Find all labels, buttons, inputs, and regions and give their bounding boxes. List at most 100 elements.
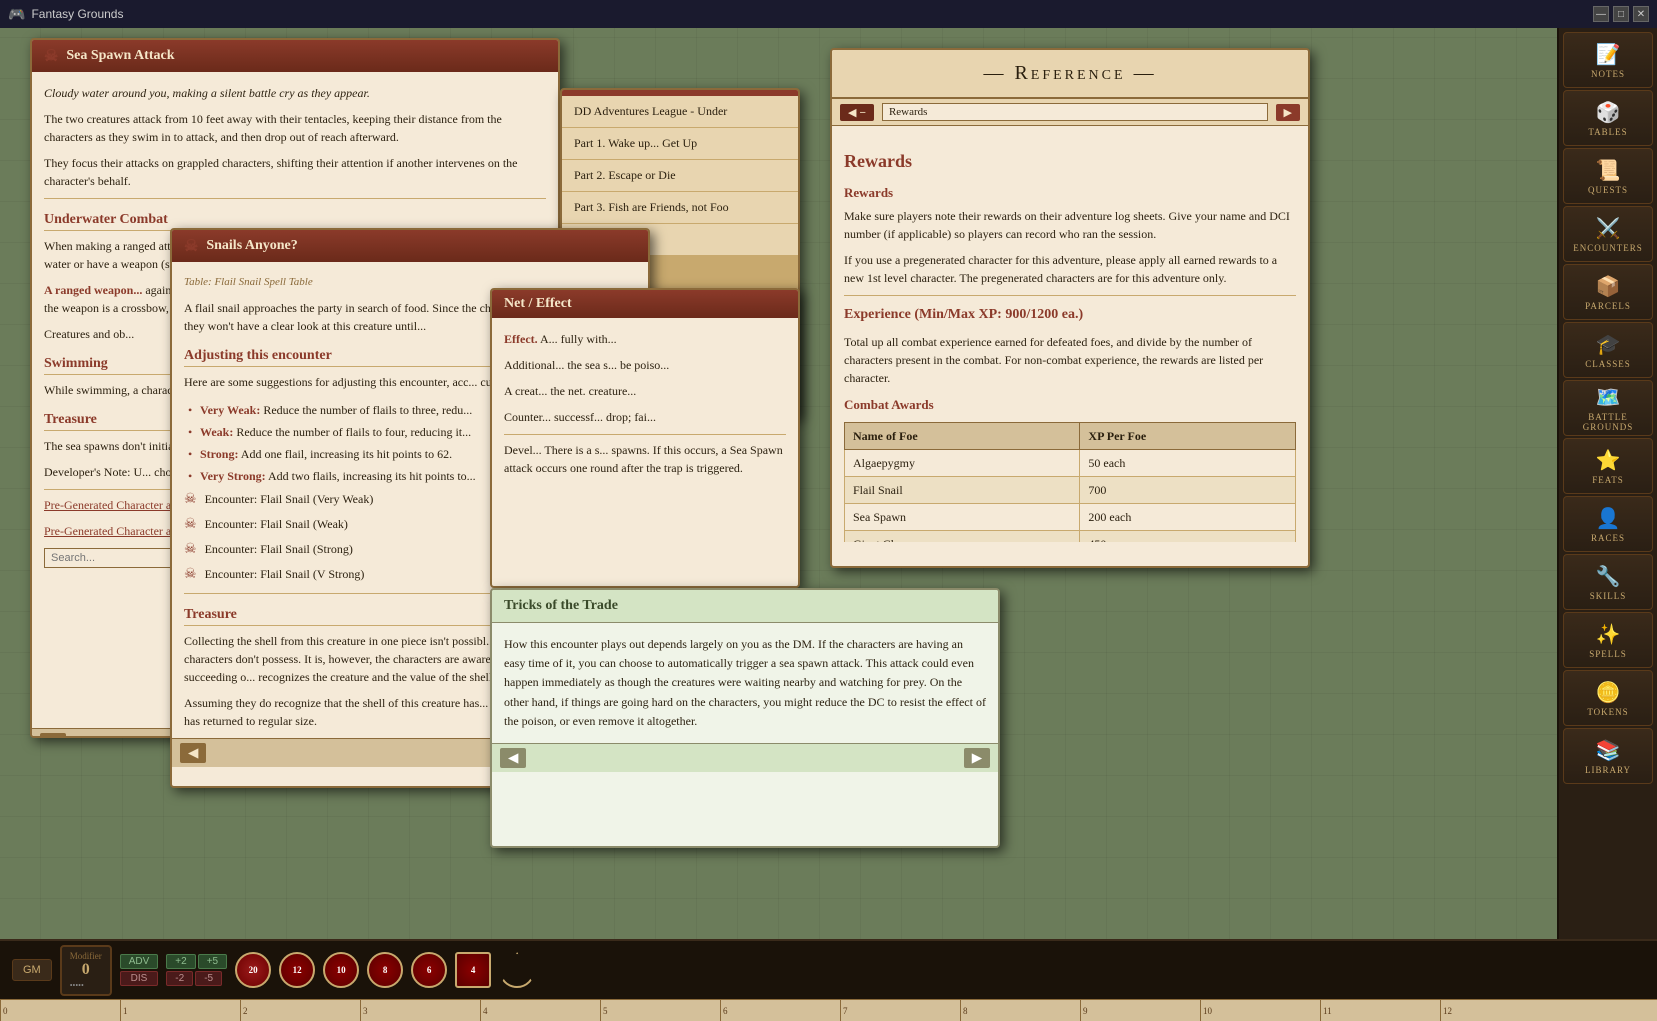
plus5-btn[interactable]: +5 xyxy=(198,954,227,969)
minus5-btn[interactable]: -5 xyxy=(195,971,222,986)
nav-item-2[interactable]: Part 1. Wake up... Get Up xyxy=(562,128,798,160)
tricks-prev-btn[interactable]: ◀ xyxy=(500,748,526,768)
prev-btn[interactable]: ◀ xyxy=(40,733,66,738)
parcels-label: Parcels xyxy=(1585,301,1631,311)
dice-triangle[interactable] xyxy=(499,952,535,988)
panel-snail-title: Snails Anyone? xyxy=(206,238,297,254)
battlegrounds-icon: 🗺️ xyxy=(1596,385,1621,410)
library-icon: 📚 xyxy=(1596,738,1621,763)
tricks-content[interactable]: How this encounter plays out depends lar… xyxy=(492,623,998,743)
minimize-btn[interactable]: — xyxy=(1593,6,1609,22)
skull-icon: ☠ xyxy=(44,46,58,66)
link-pregen-2[interactable]: Pre-Generated Character a... xyxy=(44,524,180,538)
sidebar-btn-classes[interactable]: 🎓 Classes xyxy=(1563,322,1653,378)
modifier-value: 0 xyxy=(70,961,102,979)
sidebar-btn-quests[interactable]: 📜 Quests xyxy=(1563,148,1653,204)
encounter-label-2: Encounter: Flail Snail (Weak) xyxy=(205,515,348,533)
table-row: Flail Snail 700 xyxy=(845,477,1296,504)
dice-d12-label: 12 xyxy=(293,965,302,975)
combat-heading: Combat Awards xyxy=(844,395,1296,415)
snail-skull-icon: ☠ xyxy=(184,236,198,256)
sidebar-btn-races[interactable]: 👤 Races xyxy=(1563,496,1653,552)
net-effect: Effect. A... fully with... xyxy=(504,330,786,348)
ruler-5: 5 xyxy=(600,1000,720,1021)
xp-flail: 700 xyxy=(1080,477,1296,504)
dice-d10[interactable]: 10 xyxy=(323,952,359,988)
sidebar-btn-tables[interactable]: 🎲 Tables xyxy=(1563,90,1653,146)
ruler-4: 4 xyxy=(480,1000,600,1021)
tables-icon: 🎲 xyxy=(1596,100,1621,125)
net-additional: Additional... the sea s... be poiso... xyxy=(504,356,786,374)
reference-toolbar: ◀ − Rewards ▶ xyxy=(832,99,1308,126)
classes-icon: 🎓 xyxy=(1596,332,1621,357)
notes-icon: 📝 xyxy=(1596,42,1621,67)
tricks-next-btn[interactable]: ▶ xyxy=(964,748,990,768)
plus2-btn[interactable]: +2 xyxy=(166,954,195,969)
quests-label: Quests xyxy=(1588,185,1628,195)
encounter-icon-3: ☠ xyxy=(184,539,197,560)
dice-d20[interactable]: 20 xyxy=(235,952,271,988)
ref-breadcrumb: Rewards xyxy=(882,103,1268,121)
close-btn[interactable]: ✕ xyxy=(1633,6,1649,22)
para-intro: Cloudy water around you, making a silent… xyxy=(44,84,546,102)
library-label: Library xyxy=(1585,765,1631,775)
ref-forward-btn[interactable]: ▶ xyxy=(1276,104,1300,121)
snail-prev-btn[interactable]: ◀ xyxy=(180,743,206,763)
window-controls[interactable]: — □ ✕ xyxy=(1593,6,1649,22)
sidebar-btn-encounters[interactable]: ⚔️ Encounters xyxy=(1563,206,1653,262)
ref-back-btn[interactable]: ◀ − xyxy=(840,104,874,121)
sidebar-btn-tokens[interactable]: 🪙 Tokens xyxy=(1563,670,1653,726)
maximize-btn[interactable]: □ xyxy=(1613,6,1629,22)
minus2-btn[interactable]: -2 xyxy=(166,971,193,986)
dice-d6[interactable]: 6 xyxy=(411,952,447,988)
feats-label: Feats xyxy=(1592,475,1624,485)
table-row: Giant Clam 450 xyxy=(845,531,1296,543)
sidebar-btn-feats[interactable]: ⭐ Feats xyxy=(1563,438,1653,494)
app-icon: 🎮 xyxy=(8,6,25,23)
encounter-label-1: Encounter: Flail Snail (Very Weak) xyxy=(205,490,374,508)
table-row: Algaepygmy 50 each xyxy=(845,450,1296,477)
rewards-subheading: Rewards xyxy=(844,183,1296,203)
panel-net-title: Net / Effect xyxy=(504,296,572,312)
xp-para: Total up all combat experience earned fo… xyxy=(844,333,1296,387)
sidebar-btn-notes[interactable]: 📝 Notes xyxy=(1563,32,1653,88)
dice-d12[interactable]: 12 xyxy=(279,952,315,988)
foe-flail: Flail Snail xyxy=(845,477,1080,504)
table-row: Sea Spawn 200 each xyxy=(845,504,1296,531)
adv-button[interactable]: ADV xyxy=(120,954,159,969)
encounters-icon: ⚔️ xyxy=(1596,216,1621,241)
tricks-title: Tricks of the Trade xyxy=(504,598,618,613)
panel-net-content[interactable]: Effect. A... fully with... Additional...… xyxy=(492,318,798,574)
parcels-icon: 📦 xyxy=(1596,274,1621,299)
dis-button[interactable]: DIS xyxy=(120,971,159,986)
reference-content[interactable]: Rewards Rewards Make sure players note t… xyxy=(832,126,1308,542)
feats-icon: ⭐ xyxy=(1596,448,1621,473)
rewards-para2: If you use a pregenerated character for … xyxy=(844,251,1296,287)
panel-sea-spawn-title: Sea Spawn Attack xyxy=(66,48,174,64)
link-pregen-1[interactable]: Pre-Generated Character a... xyxy=(44,498,180,512)
races-icon: 👤 xyxy=(1596,506,1621,531)
foe-algae: Algaepygmy xyxy=(845,450,1080,477)
dots-icon: ••••• xyxy=(70,981,84,990)
dice-d4[interactable]: 4 xyxy=(455,952,491,988)
dice-d8[interactable]: 8 xyxy=(367,952,403,988)
sidebar-btn-library[interactable]: 📚 Library xyxy=(1563,728,1653,784)
ruler-0: 0 xyxy=(0,1000,120,1021)
gm-button[interactable]: GM xyxy=(12,959,52,981)
app-title: Fantasy Grounds xyxy=(31,7,123,21)
sidebar-btn-battlegrounds[interactable]: 🗺️ Battle Grounds xyxy=(1563,380,1653,436)
sidebar-btn-parcels[interactable]: 📦 Parcels xyxy=(1563,264,1653,320)
nav-item-1[interactable]: DD Adventures League - Under xyxy=(562,96,798,128)
notes-label: Notes xyxy=(1591,69,1625,79)
sidebar-btn-spells[interactable]: ✨ Spells xyxy=(1563,612,1653,668)
panel-net: Net / Effect Effect. A... fully with... … xyxy=(490,288,800,588)
map-background[interactable]: ☠ Sea Spawn Attack Cloudy water around y… xyxy=(0,28,1557,939)
spells-icon: ✨ xyxy=(1596,622,1621,647)
nav-item-4[interactable]: Part 3. Fish are Friends, not Foo xyxy=(562,192,798,224)
net-counter: Counter... successf... drop; fai... xyxy=(504,408,786,426)
nav-item-3[interactable]: Part 2. Escape or Die xyxy=(562,160,798,192)
sidebar-btn-skills[interactable]: 🔧 Skills xyxy=(1563,554,1653,610)
tricks-footer: ◀ ▶ xyxy=(492,743,998,772)
foe-seaspawn: Sea Spawn xyxy=(845,504,1080,531)
ruler-1: 1 xyxy=(120,1000,240,1021)
